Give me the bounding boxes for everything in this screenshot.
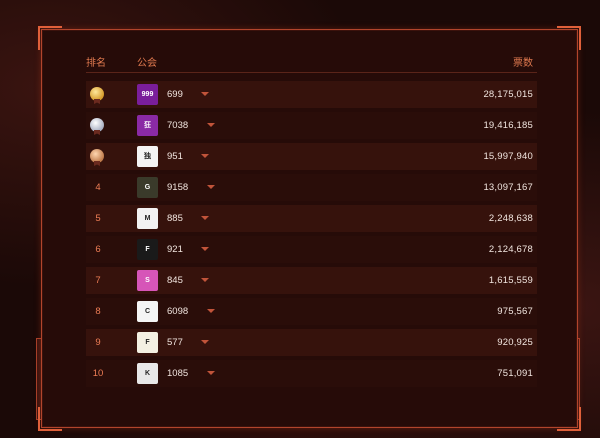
guild-avatar[interactable]: F <box>137 332 158 353</box>
guild-avatar[interactable]: 999 <box>137 84 158 105</box>
rank-number: 9 <box>95 337 101 348</box>
silver-medal-icon <box>90 118 104 132</box>
leaderboard-row[interactable]: 9 F 577 920,925 <box>86 329 537 356</box>
expand-chevron-icon[interactable] <box>207 123 215 127</box>
vote-count: 1,615,559 <box>488 275 533 286</box>
leaderboard-row[interactable]: 8 C 6098 975,567 <box>86 298 537 325</box>
guild-id: 6098 <box>167 306 189 317</box>
expand-chevron-icon[interactable] <box>201 92 209 96</box>
expand-chevron-icon[interactable] <box>201 216 209 220</box>
vote-count: 28,175,015 <box>483 89 533 100</box>
vote-count: 19,416,185 <box>483 120 533 131</box>
vote-count: 920,925 <box>497 337 533 348</box>
expand-chevron-icon[interactable] <box>207 185 215 189</box>
rank-number: 7 <box>95 275 101 286</box>
vote-count: 2,124,678 <box>488 244 533 255</box>
guild-id: 9158 <box>167 182 189 193</box>
vote-count: 751,091 <box>497 368 533 379</box>
leaderboard-row[interactable]: 7 S 845 1,615,559 <box>86 267 537 294</box>
leaderboard-row[interactable]: 5 M 885 2,248,638 <box>86 205 537 232</box>
rank-number: 8 <box>95 306 101 317</box>
guild-id: 577 <box>167 337 183 348</box>
guild-id: 7038 <box>167 120 189 131</box>
guild-id: 951 <box>167 151 183 162</box>
guild-id: 921 <box>167 244 183 255</box>
leaderboard-row[interactable]: 6 F 921 2,124,678 <box>86 236 537 263</box>
leaderboard-panel: 排名 公会 票数 999 699 28,175,015 狂 7038 19,416,185… <box>38 26 581 431</box>
vote-count: 975,567 <box>497 306 533 317</box>
vote-count: 15,997,940 <box>483 151 533 162</box>
guild-id: 885 <box>167 213 183 224</box>
corner-ornament <box>557 26 581 50</box>
guild-avatar[interactable]: G <box>137 177 158 198</box>
vote-count: 2,248,638 <box>488 213 533 224</box>
gold-medal-icon <box>90 87 104 101</box>
bronze-medal-icon <box>90 149 104 163</box>
corner-ornament <box>557 407 581 431</box>
rank-column-header: 排名 <box>86 58 106 69</box>
table-header: 排名 公会 票数 <box>86 52 537 73</box>
guild-avatar[interactable]: 狂 <box>137 115 158 136</box>
guild-avatar[interactable]: C <box>137 301 158 322</box>
guild-avatar[interactable]: 独 <box>137 146 158 167</box>
guild-avatar[interactable]: K <box>137 363 158 384</box>
expand-chevron-icon[interactable] <box>207 371 215 375</box>
expand-chevron-icon[interactable] <box>207 309 215 313</box>
rank-number: 6 <box>95 244 101 255</box>
guild-id: 845 <box>167 275 183 286</box>
corner-ornament <box>38 26 62 50</box>
leaderboard-row[interactable]: 独 951 15,997,940 <box>86 143 537 170</box>
guild-avatar[interactable]: F <box>137 239 158 260</box>
leaderboard-row[interactable]: 999 699 28,175,015 <box>86 81 537 108</box>
guild-column-header: 公会 <box>137 58 157 69</box>
rank-number: 5 <box>95 213 101 224</box>
rank-number: 10 <box>92 368 104 379</box>
guild-avatar[interactable]: S <box>137 270 158 291</box>
expand-chevron-icon[interactable] <box>201 340 209 344</box>
rank-number: 4 <box>95 182 101 193</box>
leaderboard-row[interactable]: 狂 7038 19,416,185 <box>86 112 537 139</box>
guild-avatar[interactable]: M <box>137 208 158 229</box>
corner-ornament <box>38 407 62 431</box>
leaderboard-row[interactable]: 10 K 1085 751,091 <box>86 360 537 387</box>
votes-column-header: 票数 <box>513 58 533 69</box>
leaderboard-list: 999 699 28,175,015 狂 7038 19,416,185 独 951 15,99… <box>86 81 537 391</box>
guild-id: 1085 <box>167 368 189 379</box>
vote-count: 13,097,167 <box>483 182 533 193</box>
expand-chevron-icon[interactable] <box>201 247 209 251</box>
guild-id: 699 <box>167 89 183 100</box>
expand-chevron-icon[interactable] <box>201 154 209 158</box>
leaderboard-row[interactable]: 4 G 9158 13,097,167 <box>86 174 537 201</box>
expand-chevron-icon[interactable] <box>201 278 209 282</box>
